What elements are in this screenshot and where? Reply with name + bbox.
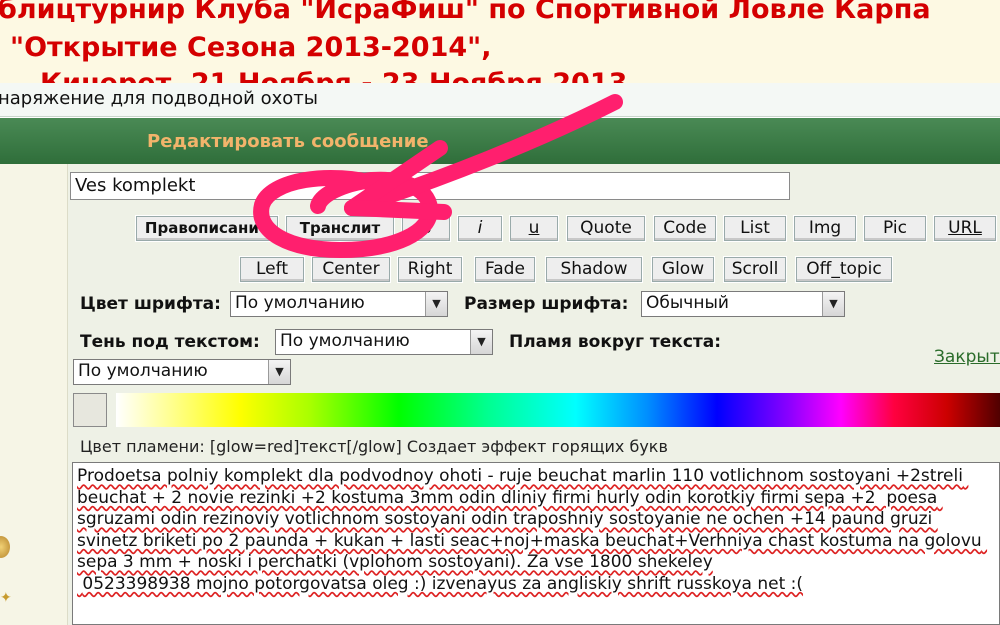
sparkle-icon: ✦ — [0, 589, 12, 605]
banner-line-2: "Открытие Сезона 2013-2014", — [10, 32, 492, 63]
subject-input[interactable]: Ves komplekt — [70, 172, 790, 200]
message-textarea[interactable]: Prodoetsa polniy komplekt dla podvodnoy … — [72, 462, 1000, 625]
shadow-button[interactable]: Shadow — [546, 257, 642, 282]
text-shadow-select[interactable]: По умолчанию ▼ — [275, 329, 493, 355]
align-left-button[interactable]: Left — [240, 257, 304, 282]
spellcheck-button[interactable]: Правописание — [136, 216, 278, 241]
chevron-down-icon: ▼ — [268, 360, 290, 384]
close-link[interactable]: Закрыть — [934, 347, 1000, 367]
text-shadow-label: Тень под текстом: — [80, 332, 260, 352]
quote-button[interactable]: Quote — [567, 216, 645, 241]
pic-button[interactable]: Pic — [864, 216, 926, 241]
flame-label: Пламя вокруг текста: — [509, 332, 722, 352]
font-color-value: По умолчанию — [235, 293, 365, 313]
glow-color-spectrum[interactable] — [116, 393, 1000, 427]
decoration-orb-icon — [0, 536, 10, 558]
bold-button[interactable]: b — [402, 216, 450, 241]
banner-line-1: блицтурнир Клуба "ИсраФиш" по Спортивной… — [0, 0, 931, 25]
selected-color-swatch[interactable] — [73, 393, 107, 427]
chevron-down-icon: ▼ — [470, 330, 492, 354]
align-right-button[interactable]: Right — [398, 257, 462, 282]
flame-value: По умолчанию — [78, 361, 208, 381]
align-center-button[interactable]: Center — [312, 257, 390, 282]
list-button[interactable]: List — [724, 216, 786, 241]
edit-message-title: Редактировать сообщение — [147, 131, 429, 152]
event-banner: блицтурнир Клуба "ИсраФиш" по Спортивной… — [0, 0, 1000, 86]
italic-button[interactable]: i — [458, 216, 502, 241]
text-shadow-value: По умолчанию — [280, 331, 410, 351]
glow-button[interactable]: Glow — [652, 257, 714, 282]
off-topic-button[interactable]: Off_topic — [796, 257, 892, 282]
font-size-value: Обычный — [646, 293, 729, 313]
left-sidebar: ✦ — [0, 164, 68, 625]
chevron-down-icon: ▼ — [822, 292, 844, 316]
fade-button[interactable]: Fade — [475, 257, 535, 282]
font-color-select[interactable]: По умолчанию ▼ — [230, 291, 448, 317]
topic-title: наряжение для подводной охоты — [0, 88, 318, 109]
font-size-label: Размер шрифта: — [464, 294, 629, 314]
img-button[interactable]: Img — [794, 216, 856, 241]
underline-button[interactable]: u — [510, 216, 558, 241]
scroll-button[interactable]: Scroll — [724, 257, 786, 282]
chevron-down-icon: ▼ — [425, 292, 447, 316]
font-color-label: Цвет шрифта: — [80, 294, 221, 314]
glow-hint-text: Цвет пламени: [glow=red]текст[/glow] Соз… — [80, 437, 668, 456]
flame-select[interactable]: По умолчанию ▼ — [73, 359, 291, 385]
url-button[interactable]: URL — [934, 216, 996, 241]
topic-header: наряжение для подводной охоты — [0, 83, 1000, 117]
translit-button[interactable]: Транслит — [286, 216, 394, 241]
code-button[interactable]: Code — [654, 216, 716, 241]
font-size-select[interactable]: Обычный ▼ — [641, 291, 845, 317]
edit-message-bar: Редактировать сообщение — [0, 118, 1000, 164]
